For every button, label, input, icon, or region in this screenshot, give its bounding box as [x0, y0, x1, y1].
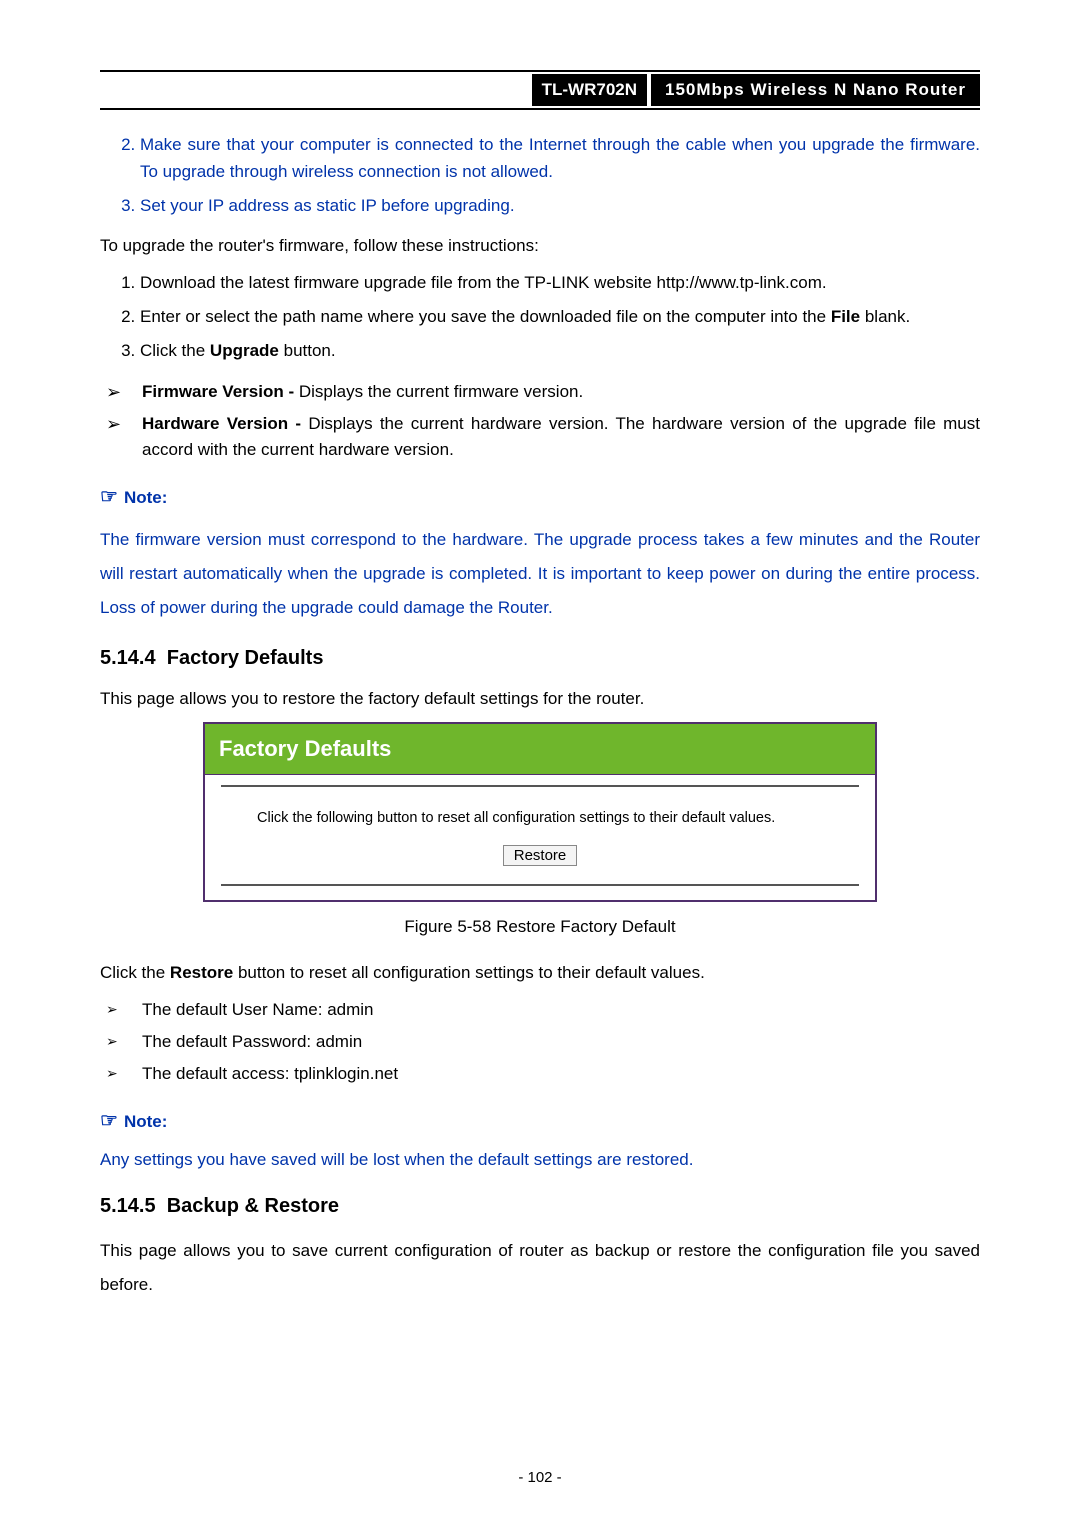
note-text: Any settings you have saved will be lost… — [100, 1147, 980, 1173]
notice-item: Set your IP address as static IP before … — [140, 193, 980, 219]
upgrade-intro: To upgrade the router's firmware, follow… — [100, 233, 980, 259]
pointing-hand-icon: ☞ — [100, 1110, 118, 1132]
step-item: Click the Upgrade button. — [140, 338, 980, 364]
step-text: blank. — [860, 307, 910, 326]
firmware-version-label: Firmware Version - — [142, 382, 299, 401]
step-text: Click the — [140, 341, 210, 360]
note-text: The firmware version must correspond to … — [100, 523, 980, 625]
page-number: - 102 - — [0, 1466, 1080, 1489]
header-model: TL-WR702N — [532, 74, 647, 106]
defaults-list: The default User Name: admin The default… — [100, 997, 980, 1088]
header-title: 150Mbps Wireless N Nano Router — [651, 74, 980, 106]
pointing-hand-icon: ☞ — [100, 486, 118, 508]
note-heading: ☞ Note: — [100, 1106, 980, 1137]
version-item: Hardware Version - Displays the current … — [106, 411, 980, 464]
upgrade-label: Upgrade — [210, 341, 279, 360]
firmware-version-text: Displays the current firmware version. — [299, 382, 583, 401]
section-number: 5.14.5 — [100, 1195, 156, 1217]
notice-list: Make sure that your computer is connecte… — [100, 132, 980, 219]
restore-button[interactable]: Restore — [503, 845, 578, 866]
figure-caption: Figure 5-58 Restore Factory Default — [100, 914, 980, 940]
file-label: File — [831, 307, 860, 326]
version-list: Firmware Version - Displays the current … — [100, 379, 980, 464]
version-item: Firmware Version - Displays the current … — [106, 379, 980, 405]
panel-message: Click the following button to reset all … — [257, 807, 855, 829]
factory-defaults-intro: This page allows you to restore the fact… — [100, 686, 980, 712]
factory-defaults-panel: Factory Defaults Click the following but… — [203, 722, 877, 902]
page-header-bar: TL-WR702N 150Mbps Wireless N Nano Router — [100, 70, 980, 110]
step-text: Enter or select the path name where you … — [140, 307, 831, 326]
section-heading-factory-defaults: 5.14.4 Factory Defaults — [100, 643, 980, 674]
section-heading-backup-restore: 5.14.5 Backup & Restore — [100, 1191, 980, 1222]
upgrade-steps: Download the latest firmware upgrade fil… — [100, 270, 980, 365]
panel-body: Click the following button to reset all … — [205, 775, 875, 900]
step-item: Download the latest firmware upgrade fil… — [140, 270, 980, 296]
default-item: The default Password: admin — [106, 1029, 980, 1055]
section-number: 5.14.4 — [100, 647, 156, 669]
panel-divider — [221, 785, 859, 787]
restore-label: Restore — [170, 963, 233, 982]
section-title: Backup & Restore — [167, 1195, 339, 1217]
backup-restore-intro: This page allows you to save current con… — [100, 1234, 980, 1302]
text: button to reset all configuration settin… — [233, 963, 705, 982]
text: Click the — [100, 963, 170, 982]
default-item: The default User Name: admin — [106, 997, 980, 1023]
note-label: Note: — [124, 1112, 167, 1131]
document-page: TL-WR702N 150Mbps Wireless N Nano Router… — [0, 0, 1080, 1527]
panel-divider — [221, 884, 859, 886]
note-heading: ☞ Note: — [100, 482, 980, 513]
restore-instruction: Click the Restore button to reset all co… — [100, 960, 980, 986]
step-text: button. — [279, 341, 336, 360]
section-title: Factory Defaults — [167, 647, 324, 669]
notice-item: Make sure that your computer is connecte… — [140, 132, 980, 185]
hardware-version-label: Hardware Version - — [142, 414, 308, 433]
note-label: Note: — [124, 488, 167, 507]
default-item: The default access: tplinklogin.net — [106, 1061, 980, 1087]
panel-title: Factory Defaults — [205, 724, 875, 775]
step-item: Enter or select the path name where you … — [140, 304, 980, 330]
